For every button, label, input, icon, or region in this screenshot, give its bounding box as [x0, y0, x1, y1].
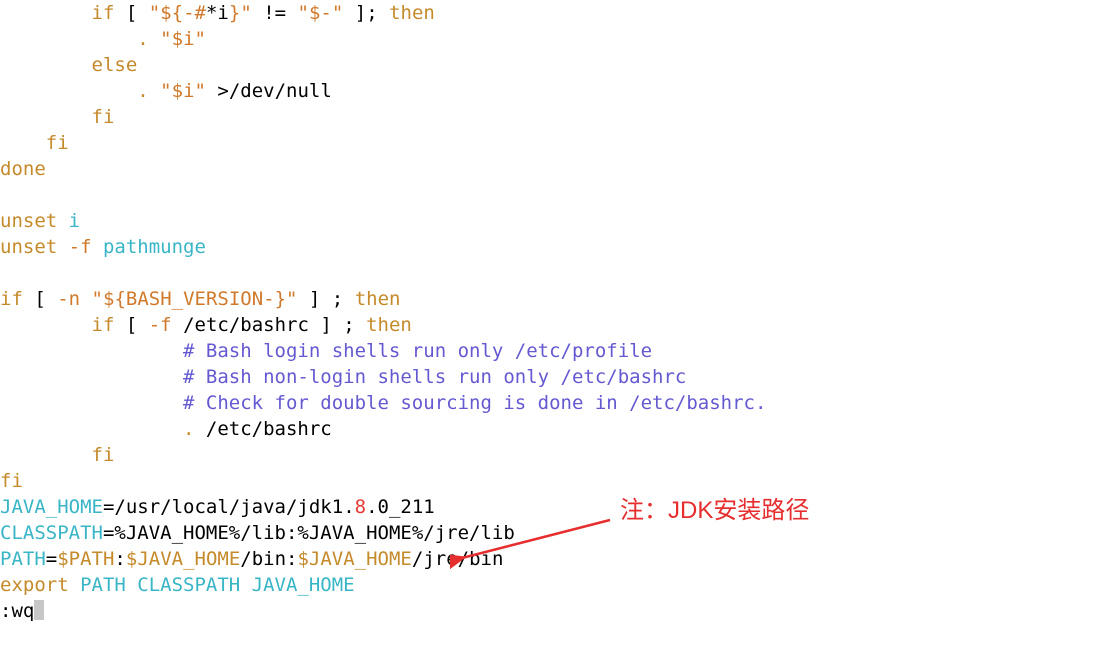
- vim-command-line[interactable]: :wq: [0, 600, 44, 622]
- code-line: PATH=$PATH:$JAVA_HOME/bin:$JAVA_HOME/jre…: [0, 548, 503, 570]
- code-line: export PATH CLASSPATH JAVA_HOME: [0, 574, 355, 596]
- terminal-view[interactable]: if [ "${-#*i}" != "$-" ]; then . "$i" el…: [0, 0, 1120, 624]
- code-line: . "$i": [0, 28, 206, 50]
- code-line: JAVA_HOME=/usr/local/java/jdk1.8.0_211: [0, 496, 435, 518]
- code-line: # Check for double sourcing is done in /…: [0, 392, 766, 414]
- code-line: unset i: [0, 210, 80, 232]
- code-line: . /etc/bashrc: [0, 418, 332, 440]
- code-line: # Bash non-login shells run only /etc/ba…: [0, 366, 686, 388]
- code-line: fi: [0, 106, 114, 128]
- code-line: fi: [0, 132, 69, 154]
- code-line: # Bash login shells run only /etc/profil…: [0, 340, 652, 362]
- code-line: unset -f pathmunge: [0, 236, 206, 258]
- code-line: if [ -n "${BASH_VERSION-}" ] ; then: [0, 288, 400, 310]
- code-line: if [ -f /etc/bashrc ] ; then: [0, 314, 412, 336]
- code-line: fi: [0, 444, 114, 466]
- cursor-icon: [34, 600, 44, 620]
- code-line: else: [0, 54, 137, 76]
- code-line: . "$i" >/dev/null: [0, 80, 332, 102]
- code-line: done: [0, 158, 46, 180]
- code-line: CLASSPATH=%JAVA_HOME%/lib:%JAVA_HOME%/jr…: [0, 522, 515, 544]
- code-line: if [ "${-#*i}" != "$-" ]; then: [0, 2, 435, 24]
- code-line: fi: [0, 470, 23, 492]
